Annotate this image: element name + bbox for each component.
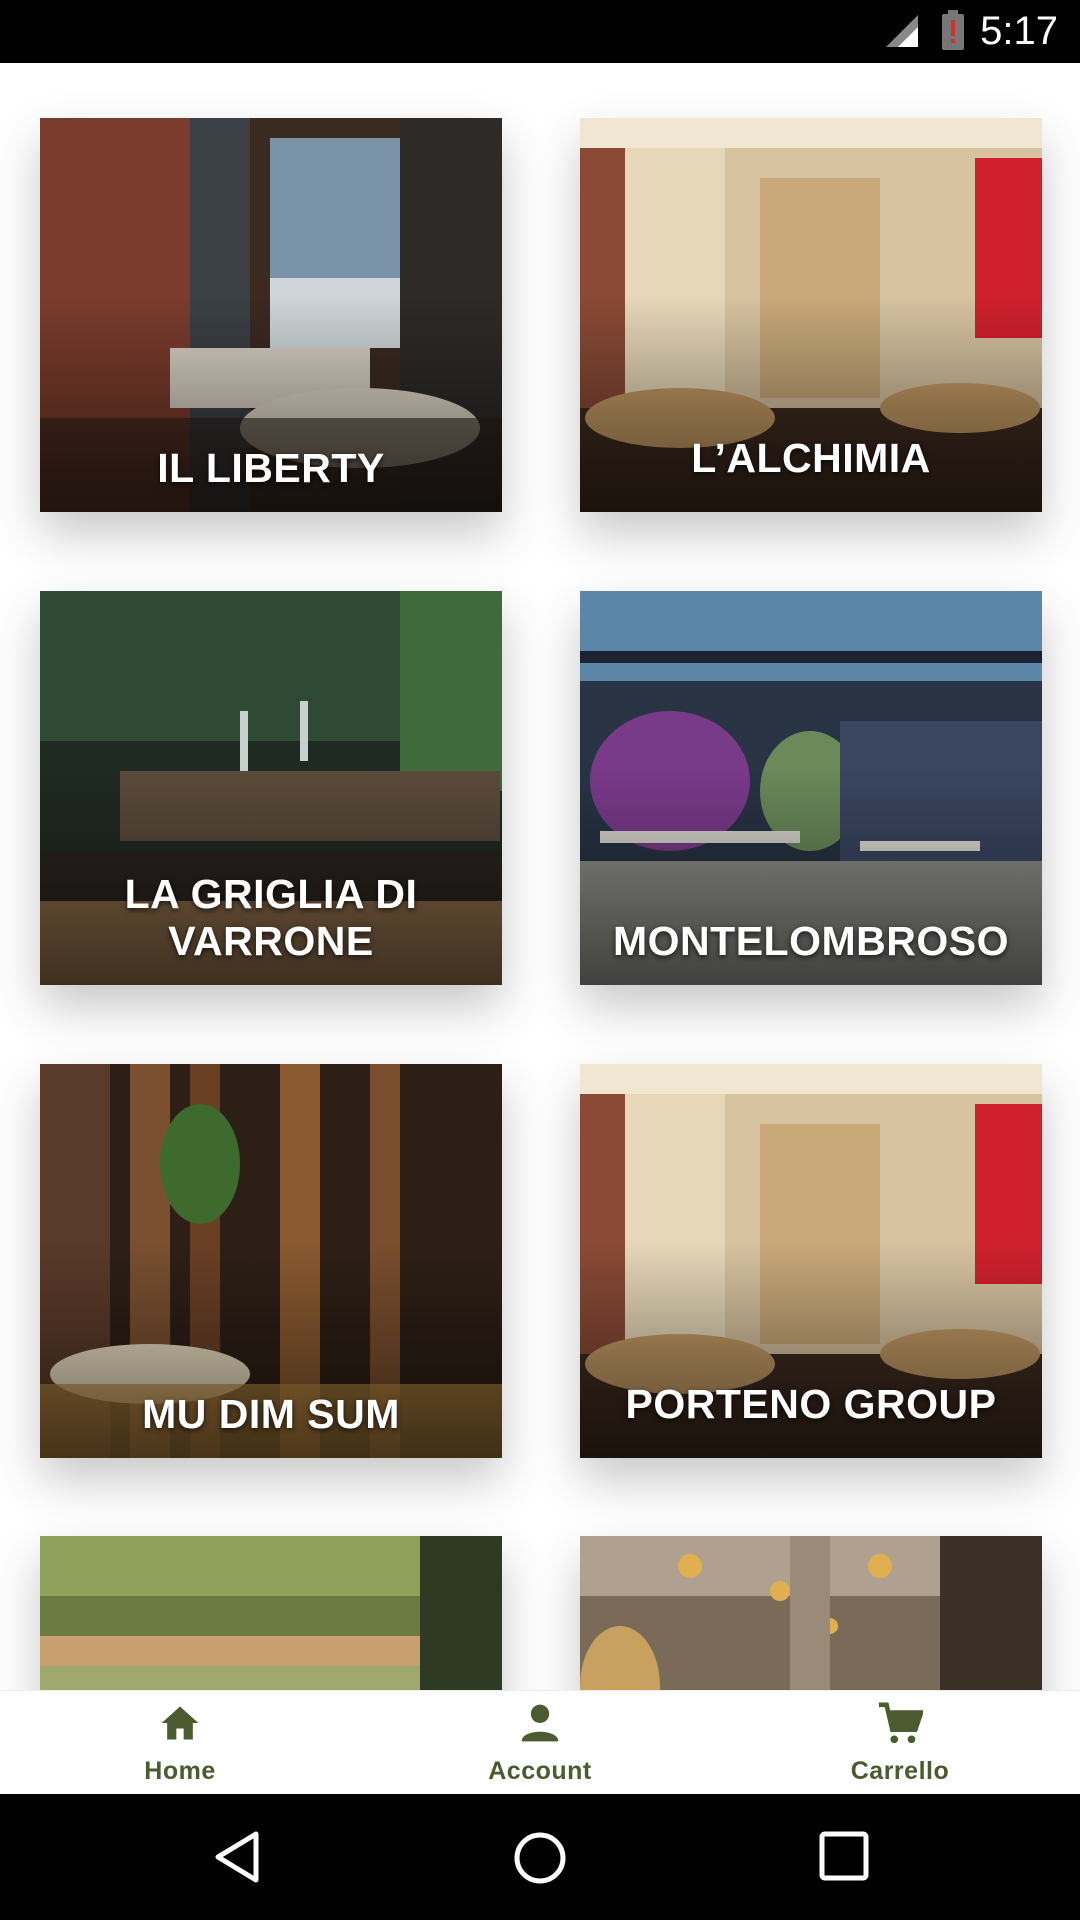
back-icon[interactable] bbox=[212, 1830, 262, 1889]
status-bar: 5:17 bbox=[0, 0, 1080, 63]
nav-cart-label: Carrello bbox=[850, 1757, 950, 1785]
restaurant-name: MU DIM SUM bbox=[142, 1391, 400, 1437]
restaurant-card[interactable]: LA GRIGLIA DI VARRONE bbox=[40, 591, 502, 985]
nav-account[interactable]: Account bbox=[420, 1691, 660, 1795]
restaurant-grid: IL LIBERTY L’ALCHIMIA LA GRIGLIA DI VARR… bbox=[0, 63, 1080, 1690]
system-navigation-bar bbox=[0, 1794, 1080, 1920]
restaurant-card[interactable] bbox=[40, 1536, 502, 1690]
restaurant-card[interactable]: PORTENO GROUP bbox=[580, 1064, 1042, 1458]
restaurant-name: L’ALCHIMIA bbox=[691, 435, 931, 481]
bottom-navigation: Home Account Carrello bbox=[0, 1690, 1080, 1795]
restaurant-name: IL LIBERTY bbox=[157, 445, 385, 491]
restaurant-card[interactable]: MONTELOMBROSO bbox=[580, 591, 1042, 985]
restaurant-card[interactable]: IL LIBERTY bbox=[40, 118, 502, 512]
restaurant-card[interactable]: MU DIM SUM bbox=[40, 1064, 502, 1458]
home-circle-icon[interactable] bbox=[512, 1830, 568, 1891]
nav-home-label: Home bbox=[144, 1757, 216, 1785]
nav-account-label: Account bbox=[488, 1757, 592, 1785]
restaurant-name: PORTENO GROUP bbox=[625, 1381, 997, 1427]
clock: 5:17 bbox=[980, 9, 1058, 53]
home-icon bbox=[158, 1701, 202, 1750]
signal-icon bbox=[884, 13, 920, 54]
battery-alert-icon bbox=[940, 10, 966, 55]
restaurant-name: MONTELOMBROSO bbox=[613, 918, 1009, 964]
restaurant-card[interactable] bbox=[580, 1536, 1042, 1690]
nav-cart[interactable]: Carrello bbox=[780, 1691, 1020, 1795]
restaurant-card[interactable]: L’ALCHIMIA bbox=[580, 118, 1042, 512]
restaurant-photo bbox=[40, 1536, 502, 1690]
recents-icon[interactable] bbox=[818, 1830, 870, 1887]
restaurant-photo bbox=[580, 1536, 1042, 1690]
nav-home[interactable]: Home bbox=[60, 1691, 300, 1795]
cart-icon bbox=[877, 1701, 925, 1752]
person-icon bbox=[518, 1701, 562, 1750]
restaurant-name: LA GRIGLIA DI VARRONE bbox=[124, 871, 418, 964]
